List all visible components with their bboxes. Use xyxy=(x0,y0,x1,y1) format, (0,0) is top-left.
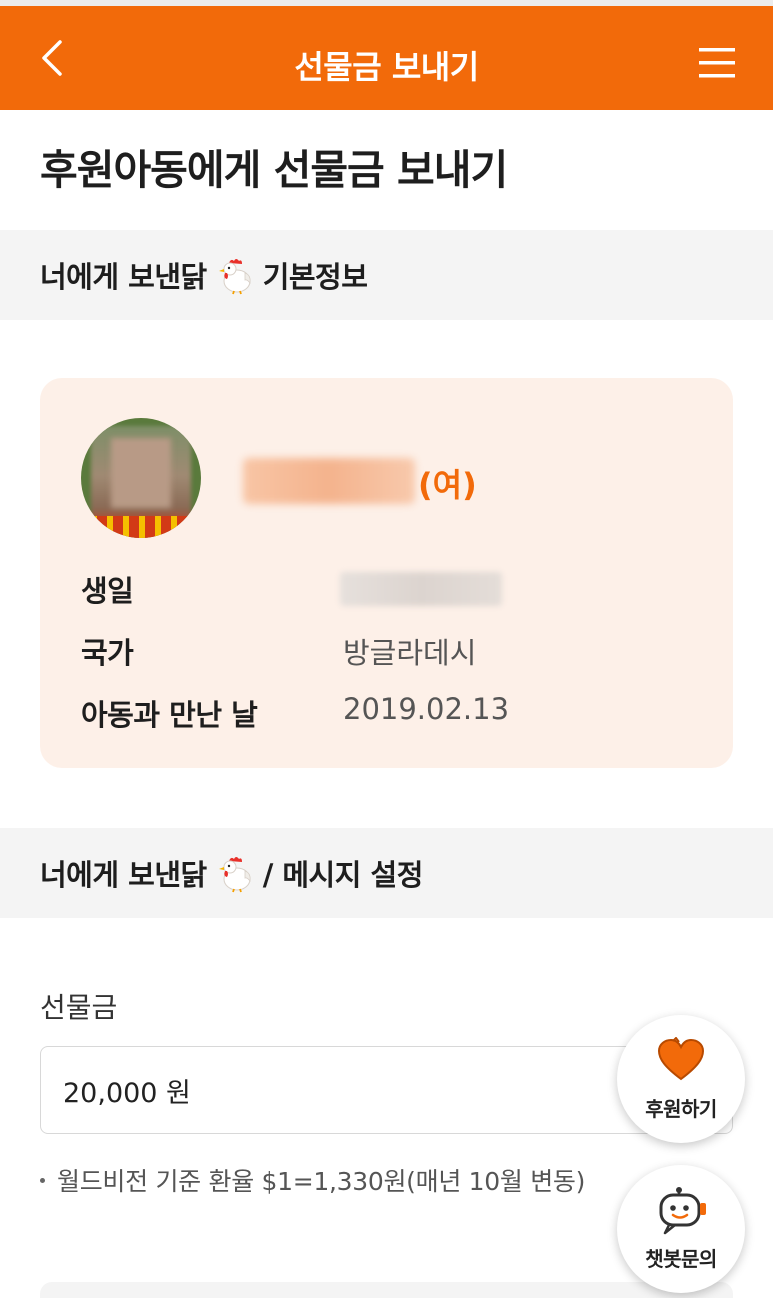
child-info-card: (여) 생일 국가 방글라데시 아동과 만난 날 2019.02.13 xyxy=(40,378,733,768)
rooster-icon xyxy=(218,857,251,893)
app-header: 선물금 보내기 xyxy=(0,0,773,110)
gift-amount-value: 20,000 원 xyxy=(63,1077,191,1109)
chatbot-label: 챗봇문의 xyxy=(645,1247,717,1271)
birthday-value-redacted xyxy=(340,572,502,606)
chatbot-button[interactable]: 챗봇문의 xyxy=(617,1165,745,1293)
met-date-label: 아동과 만난 날 xyxy=(81,698,258,732)
country-label: 국가 xyxy=(81,636,134,670)
section-title-prefix: 너에게 보낸닭 xyxy=(40,260,207,294)
hamburger-menu-icon[interactable] xyxy=(697,46,737,80)
country-value: 방글라데시 xyxy=(343,636,477,670)
met-date-value: 2019.02.13 xyxy=(343,692,510,726)
bullet-icon xyxy=(40,1177,45,1183)
child-name-redacted xyxy=(243,458,415,504)
exchange-rate-text: 월드비전 기준 환율 $1=1,330원(매년 10월 변동) xyxy=(57,1167,586,1196)
heart-icon xyxy=(657,1037,705,1081)
section-title-suffix: 기본정보 xyxy=(262,260,368,294)
rooster-icon xyxy=(218,259,251,295)
gift-amount-label: 선물금 xyxy=(40,991,118,1024)
child-avatar xyxy=(81,418,201,538)
section-header-basic-info: 너에게 보낸닭 기본정보 xyxy=(0,230,773,320)
support-label: 후원하기 xyxy=(645,1097,717,1121)
support-button[interactable]: 후원하기 xyxy=(617,1015,745,1143)
birthday-label: 생일 xyxy=(81,574,134,608)
page-title: 후원아동에게 선물금 보내기 xyxy=(40,146,508,194)
child-gender: (여) xyxy=(418,466,477,504)
section-title-suffix: / 메시지 설정 xyxy=(262,858,424,892)
section-title-prefix: 너에게 보낸닭 xyxy=(40,858,207,892)
exchange-rate-note: 월드비전 기준 환율 $1=1,330원(매년 10월 변동) xyxy=(40,1162,585,1198)
section-header-message-settings: 너에게 보낸닭 / 메시지 설정 xyxy=(0,828,773,918)
chatbot-icon xyxy=(659,1187,706,1235)
next-section-edge xyxy=(40,1282,733,1298)
header-title: 선물금 보내기 xyxy=(294,48,479,86)
